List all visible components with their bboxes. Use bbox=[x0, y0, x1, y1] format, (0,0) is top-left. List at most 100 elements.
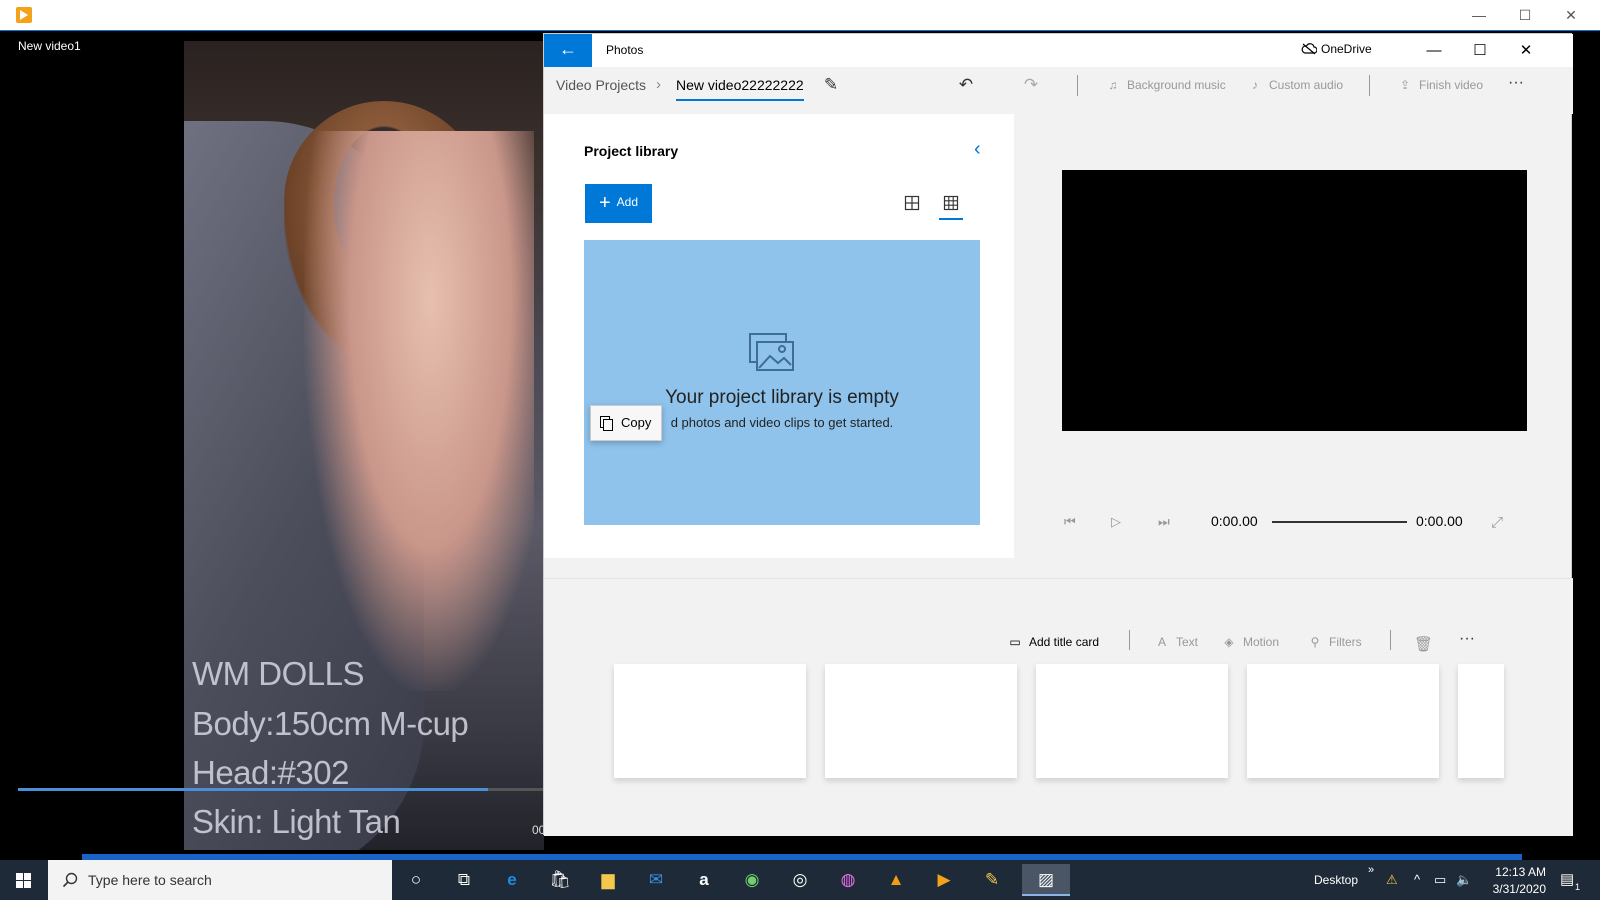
tray-overflow-chevron-icon[interactable]: ^ bbox=[1414, 872, 1420, 887]
breadcrumb-video-projects[interactable]: Video Projects bbox=[556, 77, 646, 93]
storyboard-card-placeholder bbox=[1247, 664, 1439, 778]
photos-app-title: Photos bbox=[606, 43, 644, 57]
breadcrumb-chevron-icon: › bbox=[656, 76, 661, 93]
photos-titlebar: ← Photos OneDrive — ☐ ✕ bbox=[544, 34, 1573, 67]
add-button[interactable]: + Add bbox=[585, 184, 652, 223]
video-figure bbox=[304, 131, 534, 691]
play-icon[interactable]: ▷ bbox=[1111, 514, 1121, 530]
music-note-icon: ♫ bbox=[1108, 78, 1118, 92]
delete-trash-icon[interactable]: 🗑 bbox=[1414, 635, 1433, 653]
undo-icon[interactable]: ↶ bbox=[954, 75, 978, 95]
video-preview[interactable] bbox=[1062, 170, 1527, 431]
minimize-icon[interactable]: — bbox=[1411, 37, 1457, 65]
filters-icon: ⚲ bbox=[1310, 635, 1320, 649]
storyboard-separator bbox=[1390, 630, 1391, 650]
video-overlay-line: Skin: Light Tan bbox=[192, 803, 401, 840]
maximize-icon[interactable]: ☐ bbox=[1457, 37, 1503, 65]
total-time-label: 0:00.00 bbox=[1416, 513, 1463, 529]
storyboard-card-placeholder bbox=[825, 664, 1017, 778]
video-overlay-line: WM DOLLS bbox=[192, 655, 365, 692]
text-button[interactable]: A Text bbox=[1153, 635, 1198, 649]
copy-tooltip[interactable]: Copy bbox=[590, 405, 662, 441]
motion-button[interactable]: ◈ Motion bbox=[1220, 635, 1279, 649]
toolbar-expand-chevron-icon[interactable]: » bbox=[1368, 864, 1374, 876]
close-icon[interactable]: ✕ bbox=[1548, 4, 1594, 26]
onedrive-cloud-icon bbox=[1301, 43, 1317, 55]
small-grid-view-icon[interactable] bbox=[943, 195, 959, 211]
mail-icon[interactable]: ✉ bbox=[638, 864, 674, 896]
warning-icon[interactable]: ⚠ bbox=[1386, 872, 1398, 888]
video-progress-fill bbox=[18, 788, 488, 791]
fullscreen-expand-icon[interactable]: ⤢ bbox=[1491, 514, 1503, 531]
note-app-icon[interactable]: ✎ bbox=[974, 864, 1010, 896]
windows-start-icon[interactable] bbox=[0, 860, 48, 900]
taskbar: Type here to search ○ ⧉ e 🛍 ▆ ✉ a ◉ ◎ ◍ … bbox=[0, 860, 1600, 900]
video-player-taskbar-icon[interactable]: ▶ bbox=[926, 864, 962, 896]
clock-date[interactable]: 3/31/2020 bbox=[1488, 882, 1546, 896]
taskbar-search-box[interactable]: Type here to search bbox=[48, 860, 392, 900]
empty-library-dropzone[interactable]: Your project library is empty d photos a… bbox=[584, 240, 980, 525]
clock-time[interactable]: 12:13 AM bbox=[1494, 865, 1546, 879]
minimize-icon[interactable]: — bbox=[1456, 4, 1502, 26]
copy-tooltip-label: Copy bbox=[621, 415, 652, 430]
more-options-button[interactable]: ··· bbox=[1508, 74, 1524, 92]
file-explorer-icon[interactable]: ▆ bbox=[590, 864, 626, 896]
breadcrumb-current-project[interactable]: New video22222222 bbox=[676, 77, 804, 101]
storyboard-card-placeholder bbox=[614, 664, 806, 778]
storyboard-card-placeholder bbox=[1458, 664, 1504, 778]
edge-browser-icon[interactable]: e bbox=[494, 864, 530, 896]
collapse-chevron-icon[interactable]: ‹ bbox=[974, 138, 981, 161]
task-view-icon[interactable]: ⧉ bbox=[446, 864, 482, 896]
share-icon: ⇪ bbox=[1399, 78, 1411, 92]
text-icon: A bbox=[1157, 635, 1166, 649]
tripadvisor-icon[interactable]: ◉ bbox=[734, 864, 770, 896]
title-card-icon: ▭ bbox=[1009, 635, 1021, 649]
photos-taskbar-icon[interactable]: ▨ bbox=[1022, 864, 1070, 896]
amazon-icon[interactable]: a bbox=[686, 864, 722, 896]
color-wheel-app-icon[interactable]: ◍ bbox=[830, 864, 866, 896]
person-audio-icon: ♪ bbox=[1252, 78, 1258, 92]
close-icon[interactable]: ✕ bbox=[1503, 37, 1549, 65]
previous-frame-icon[interactable]: ⏮ bbox=[1064, 514, 1076, 530]
finish-video-button[interactable]: ⇪ Finish video bbox=[1396, 78, 1483, 92]
redo-icon[interactable]: ↷ bbox=[1019, 75, 1043, 95]
custom-audio-button[interactable]: ♪ Custom audio bbox=[1246, 78, 1343, 92]
video-overlay-line: Head:#302 bbox=[192, 754, 349, 791]
background-music-button[interactable]: ♫ Background music bbox=[1104, 78, 1226, 92]
filters-button[interactable]: ⚲ Filters bbox=[1306, 635, 1362, 649]
large-grid-view-icon[interactable] bbox=[904, 195, 920, 211]
add-title-card-button[interactable]: ▭ Add title card bbox=[1006, 635, 1099, 649]
camera-app-icon[interactable]: ◎ bbox=[782, 864, 818, 896]
cortana-icon[interactable]: ○ bbox=[398, 864, 434, 896]
selected-view-indicator bbox=[939, 218, 963, 220]
vlc-icon[interactable]: ▲ bbox=[878, 864, 914, 896]
storyboard-card-placeholder bbox=[1036, 664, 1228, 778]
next-frame-icon[interactable]: ⏭ bbox=[1158, 514, 1170, 530]
plus-icon: + bbox=[598, 192, 611, 214]
volume-icon[interactable]: 🔈 bbox=[1456, 872, 1472, 888]
search-icon bbox=[62, 872, 78, 888]
seek-bar[interactable] bbox=[1272, 521, 1407, 523]
search-placeholder: Type here to search bbox=[88, 872, 212, 888]
motion-icon: ◈ bbox=[1224, 635, 1234, 649]
back-arrow-icon[interactable]: ← bbox=[544, 34, 592, 67]
rename-pencil-icon[interactable]: ✎ bbox=[819, 75, 843, 95]
project-library-title: Project library bbox=[584, 143, 679, 159]
battery-icon[interactable]: ▭ bbox=[1434, 872, 1446, 888]
video-player-app-icon bbox=[16, 7, 32, 23]
desktop-toolbar-label[interactable]: Desktop bbox=[1314, 873, 1358, 887]
notification-count-badge: 1 bbox=[1575, 882, 1581, 892]
video-frame[interactable]: WM DOLLS Body:150cm M-cup Head:#302 Skin… bbox=[184, 41, 544, 850]
storyboard-separator bbox=[1129, 630, 1130, 650]
command-separator bbox=[1077, 75, 1078, 96]
onedrive-label[interactable]: OneDrive bbox=[1321, 42, 1372, 56]
notification-center-icon[interactable]: ▤ bbox=[1560, 870, 1574, 888]
video-overlay-line: Body:150cm M-cup bbox=[192, 705, 469, 742]
background-window-title: New video1 bbox=[18, 39, 81, 53]
storyboard-more-button[interactable]: ··· bbox=[1459, 630, 1475, 648]
store-icon[interactable]: 🛍 bbox=[542, 864, 578, 896]
command-separator bbox=[1369, 75, 1370, 96]
project-library-panel: Project library ‹ + Add Your project libr… bbox=[544, 114, 1014, 558]
background-titlebar: — ☐ ✕ bbox=[0, 0, 1600, 31]
maximize-icon[interactable]: ☐ bbox=[1502, 4, 1548, 26]
